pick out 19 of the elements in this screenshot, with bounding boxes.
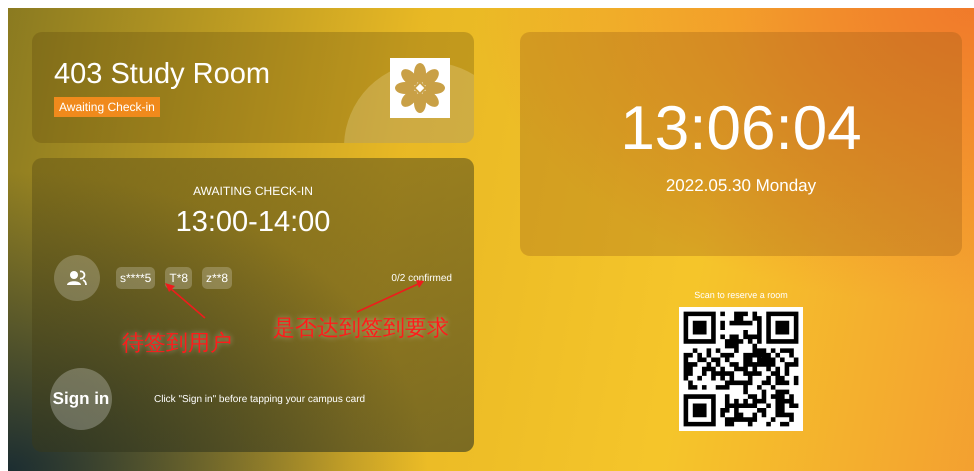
booking-status: AWAITING CHECK-IN: [193, 184, 313, 198]
qr-caption: Scan to reserve a room: [694, 290, 788, 300]
sign-in-button[interactable]: Sign in: [50, 368, 112, 430]
annotation-arrow: [165, 283, 206, 319]
hint-text: Click "Sign in" before tapping your campus card: [154, 394, 366, 404]
user-chip: s****5: [116, 267, 156, 289]
room-title: 403 Study Room: [54, 58, 270, 91]
user-chip: T*8: [165, 267, 192, 289]
clock-time: 13:06:04: [620, 92, 862, 164]
confirmation-count: 0/2 confirmed: [391, 272, 452, 284]
qr-code[interactable]: [679, 307, 803, 431]
time-range: 13:00-14:00: [176, 206, 330, 239]
clock-date: 2022.05.30 Monday: [666, 176, 816, 196]
annotation-arrow: [356, 280, 424, 313]
user-chip: z**8: [202, 267, 232, 289]
users-icon: [54, 255, 100, 301]
annotation-text: 是否达到签到要求: [273, 314, 449, 342]
status-badge: Awaiting Check-in: [54, 97, 160, 117]
annotation-text: 待签到用户: [122, 329, 232, 357]
